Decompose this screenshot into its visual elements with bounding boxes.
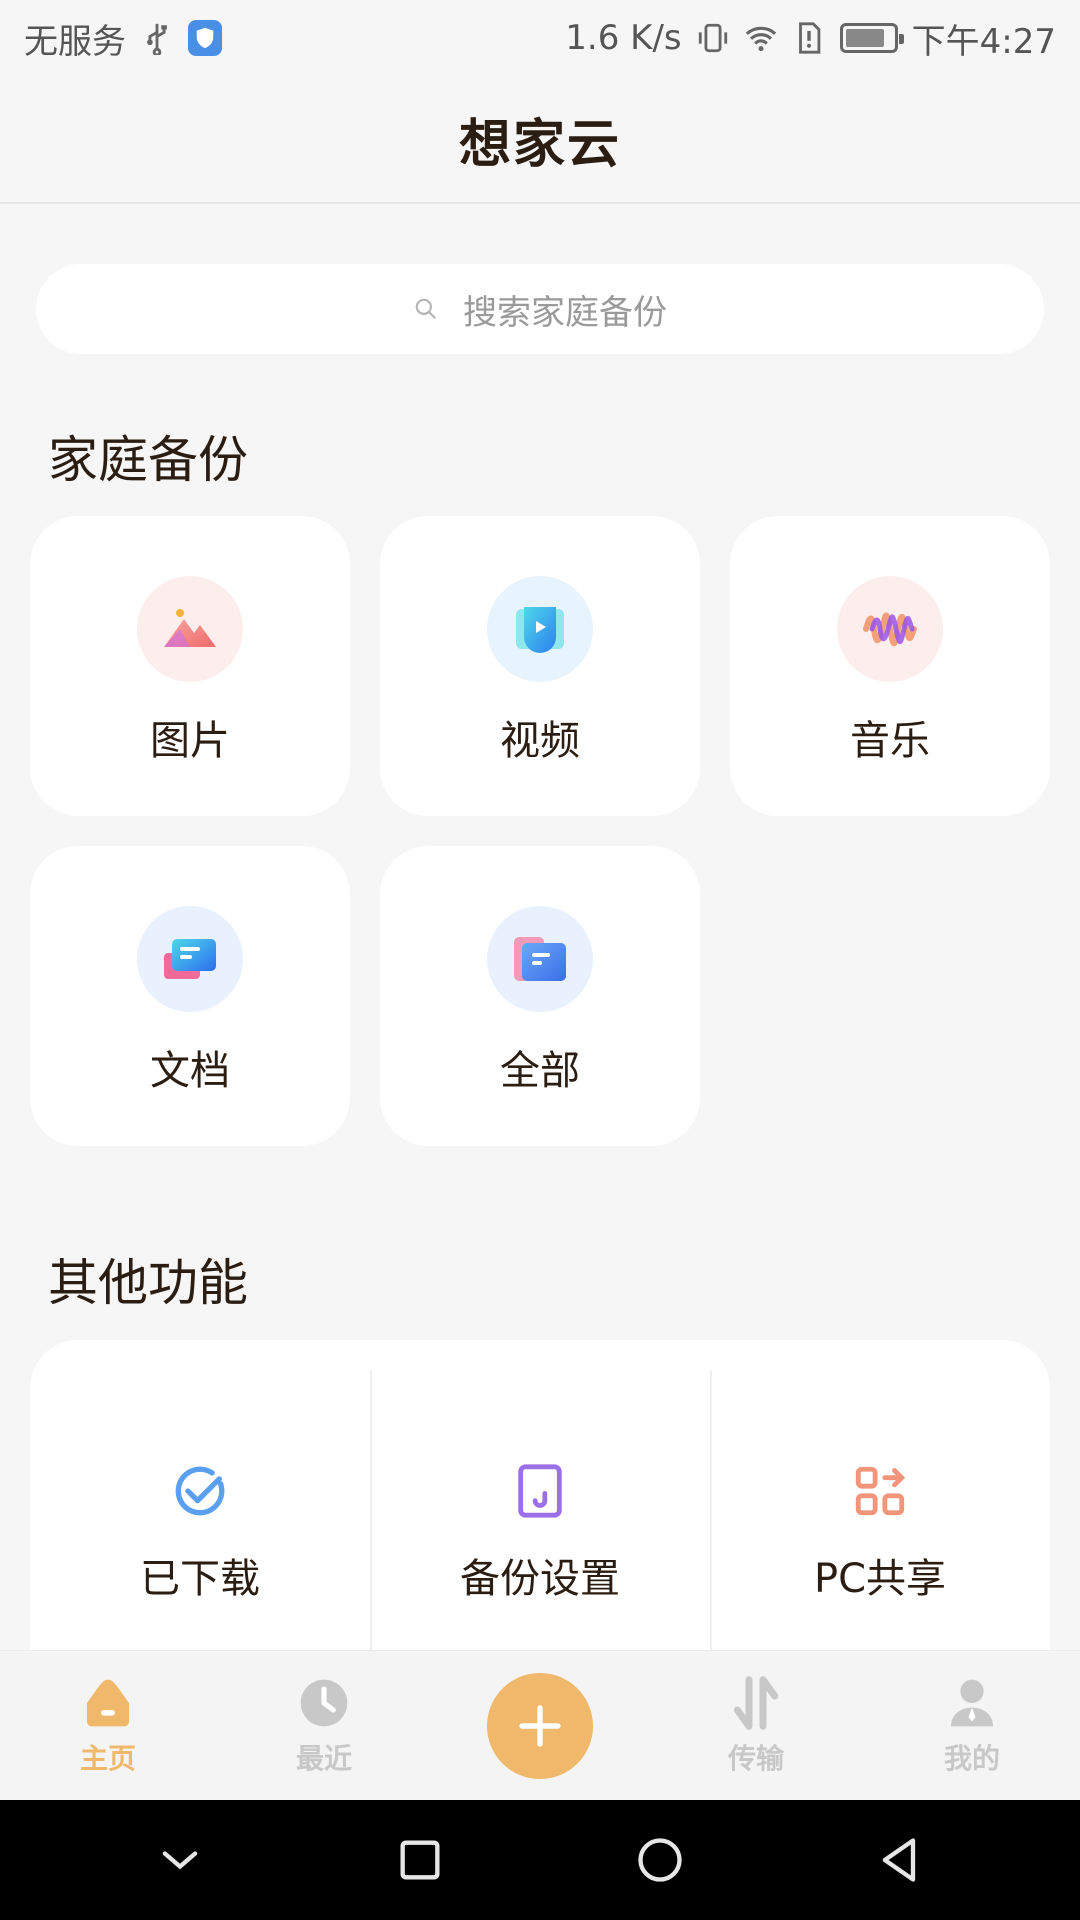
function-label: 备份设置 [460, 1556, 620, 1602]
battery-icon [839, 23, 904, 53]
search-bar[interactable]: 搜索家庭备份 [36, 264, 1044, 354]
tab-label: 我的 [943, 1741, 1000, 1775]
image-icon [137, 576, 243, 682]
network-speed: 1.6 K/s [565, 18, 682, 58]
usb-icon [147, 23, 167, 55]
backup-section-title: 家庭备份 [48, 431, 248, 489]
tab-transfer[interactable]: 传输 [676, 1675, 836, 1777]
backup-card-videos[interactable]: 视频 [380, 516, 700, 816]
wifi-icon [745, 26, 776, 52]
tab-add[interactable] [460, 1672, 620, 1779]
carrier-text: 无服务 [24, 21, 126, 62]
transfer-icon [733, 1675, 779, 1730]
other-section-title: 其他功能 [48, 1254, 248, 1312]
search-placeholder: 搜索家庭备份 [463, 292, 667, 333]
sim-alert-icon [798, 22, 820, 54]
vibrate-icon [698, 23, 727, 53]
music-icon [837, 576, 943, 682]
app-title: 想家云 [458, 114, 621, 175]
backup-settings-icon [518, 1464, 562, 1518]
plus-icon [519, 1704, 561, 1747]
backup-card-label: 文档 [150, 1048, 230, 1094]
clock-icon [300, 1679, 348, 1726]
status-left: 无服务 [24, 14, 222, 63]
status-right: 1.6 K/s 下午4:27 [565, 14, 1056, 63]
tab-label: 主页 [79, 1741, 136, 1775]
system-nav-bar [0, 1800, 1080, 1920]
search-icon [415, 298, 436, 319]
tab-home[interactable]: 主页 [28, 1675, 188, 1777]
backup-card-label: 全部 [500, 1048, 580, 1094]
shield-icon [188, 20, 222, 56]
backup-card-images[interactable]: 图片 [30, 516, 350, 816]
chevron-down-icon[interactable] [154, 1834, 206, 1886]
tab-recent[interactable]: 最近 [244, 1675, 404, 1777]
app-header: 想家云 [0, 76, 1080, 204]
pc-share-icon [855, 1466, 906, 1516]
clock-time: 下午4:27 [911, 21, 1056, 62]
pc-share-button[interactable]: PC共享 [710, 1340, 1050, 1650]
back-triangle-icon[interactable] [874, 1834, 926, 1886]
home-icon [87, 1679, 129, 1726]
recents-square-icon[interactable] [394, 1834, 446, 1886]
backup-card-label: 图片 [150, 718, 230, 764]
tab-label: 传输 [727, 1741, 784, 1775]
backup-card-music[interactable]: 音乐 [730, 516, 1050, 816]
backup-card-all[interactable]: 全部 [380, 846, 700, 1146]
backup-card-label: 视频 [500, 718, 580, 764]
backup-settings-button[interactable]: 备份设置 [370, 1340, 710, 1650]
other-functions-panel: 已下载 备份设置 PC共享 [30, 1340, 1050, 1650]
backup-card-documents[interactable]: 文档 [30, 846, 350, 1146]
backup-card-label: 音乐 [850, 718, 930, 764]
function-label: PC共享 [813, 1556, 947, 1602]
add-button[interactable] [487, 1672, 593, 1779]
profile-icon [951, 1679, 993, 1726]
home-circle-icon[interactable] [634, 1834, 686, 1886]
bottom-tab-bar: 主页 最近 传输 我的 [0, 1650, 1080, 1800]
downloaded-check-icon [175, 1466, 225, 1516]
downloaded-button[interactable]: 已下载 [30, 1340, 370, 1650]
function-label: 已下载 [140, 1556, 260, 1602]
video-icon [487, 576, 593, 682]
folder-icon [487, 906, 593, 1012]
tab-label: 最近 [295, 1741, 352, 1775]
document-icon [137, 906, 243, 1012]
tab-profile[interactable]: 我的 [892, 1675, 1052, 1777]
status-bar: 无服务 1.6 K/s 下午4:27 [0, 0, 1080, 76]
